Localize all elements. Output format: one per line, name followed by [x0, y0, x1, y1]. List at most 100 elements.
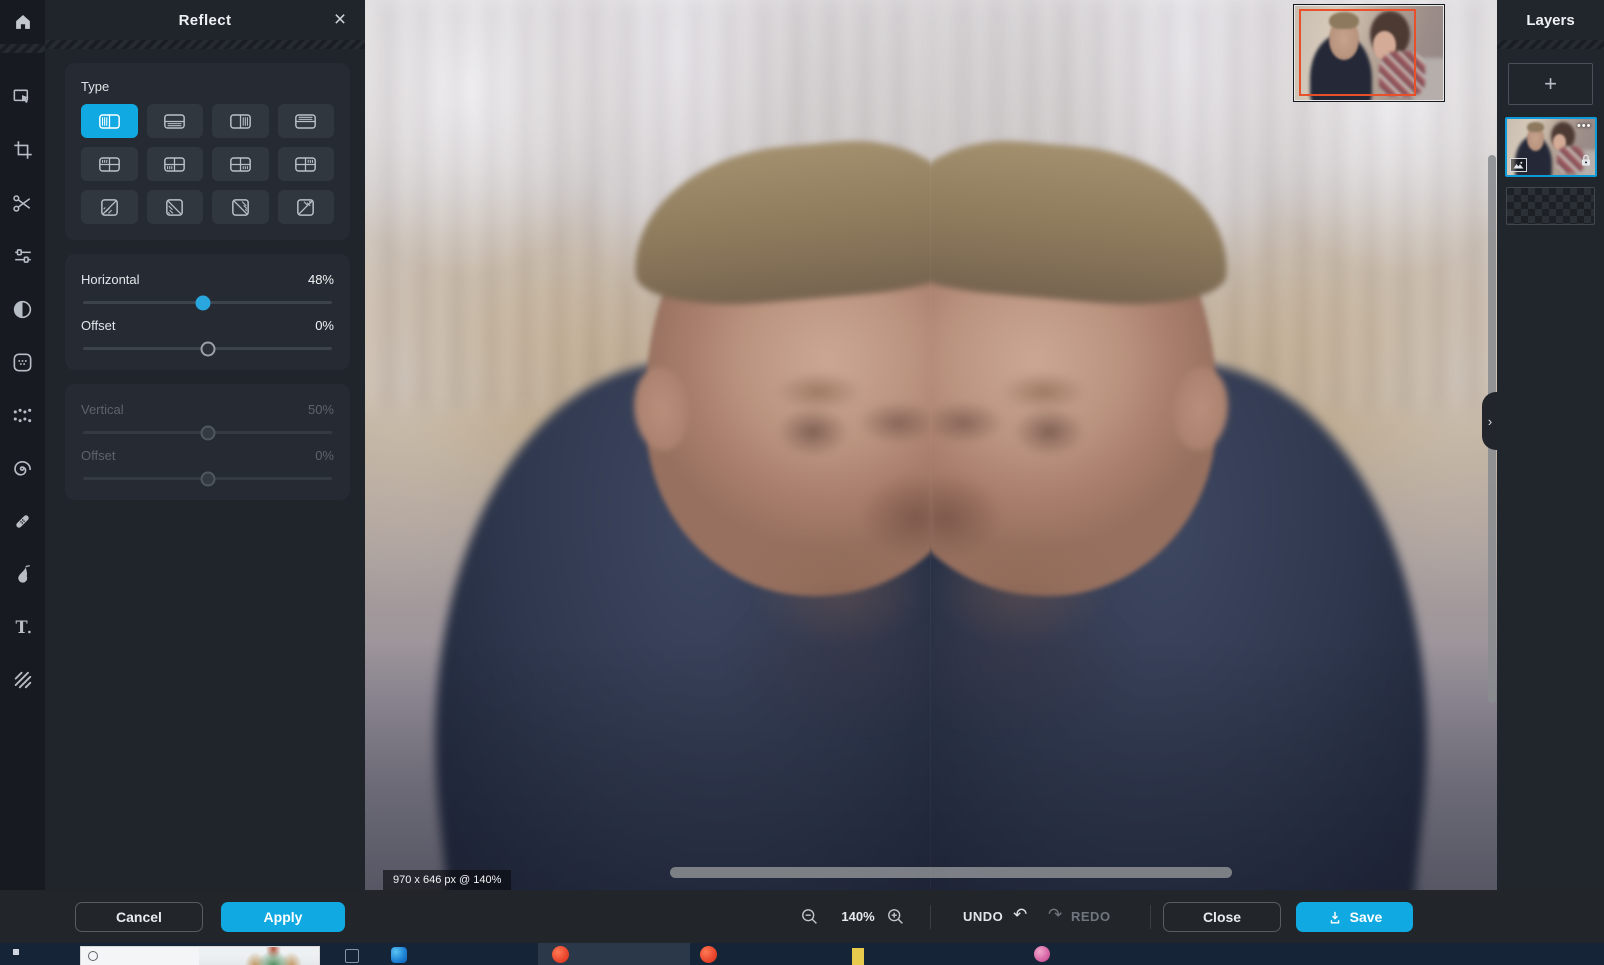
slider-label: Offset: [81, 318, 115, 333]
type-mirror-vertical-right[interactable]: [212, 104, 269, 138]
rail-divider: [0, 44, 45, 53]
adjust-sliders-icon[interactable]: [0, 234, 45, 278]
save-label: Save: [1350, 909, 1383, 925]
undo-button[interactable]: UNDO: [963, 909, 1003, 924]
home-icon[interactable]: [0, 0, 45, 44]
reflect-panel: Reflect × Type: [45, 0, 365, 890]
type-card: Type: [65, 63, 350, 240]
type-mirror-diagonal-up[interactable]: [81, 190, 138, 224]
app-pink-icon[interactable]: [1034, 946, 1050, 962]
photo-right-half-mirrored: [930, 0, 1497, 890]
redo-button[interactable]: REDO: [1071, 909, 1111, 924]
draw-brush-icon[interactable]: [0, 552, 45, 596]
horizontal-slider-thumb[interactable]: [195, 295, 210, 310]
navigator-view-rect[interactable]: [1299, 9, 1416, 96]
add-layer-button[interactable]: +: [1508, 63, 1593, 105]
horizontal-scrollbar[interactable]: [670, 867, 1232, 878]
layers-panel: › Layers + •••: [1497, 0, 1604, 890]
apply-button[interactable]: Apply: [221, 902, 345, 932]
type-mirror-vertical-left[interactable]: [81, 104, 138, 138]
cancel-button[interactable]: Cancel: [75, 902, 203, 932]
close-icon[interactable]: ×: [327, 7, 353, 33]
taskbar-search-box[interactable]: [80, 946, 320, 965]
type-mirror-quad-top-left[interactable]: [81, 147, 138, 181]
retouch-bandaid-icon[interactable]: [0, 499, 45, 543]
effect-dots-icon[interactable]: [0, 340, 45, 384]
type-mirror-horizontal-top[interactable]: [278, 104, 335, 138]
slider-row-offset-vertical: Offset 0%: [81, 448, 334, 480]
crop-icon[interactable]: [0, 128, 45, 172]
lock-icon[interactable]: [1580, 154, 1592, 172]
layer-type-image-icon: [1510, 158, 1527, 172]
type-mirror-quad-top-right[interactable]: [278, 147, 335, 181]
navigator-thumbnail[interactable]: [1294, 5, 1444, 101]
zoom-value[interactable]: 140%: [832, 909, 884, 924]
layer-menu-icon[interactable]: •••: [1577, 120, 1592, 132]
app-yellow-icon[interactable]: [852, 948, 864, 965]
redo-arrow-icon[interactable]: ↷: [1048, 905, 1062, 925]
layer-item-image[interactable]: •••: [1505, 117, 1597, 177]
type-grid: [81, 104, 334, 224]
photo-left-half: [365, 0, 932, 890]
bottom-bar: Cancel Apply 140% UNDO ↶ ↷ REDO Close Sa…: [0, 890, 1604, 943]
zoom-out-icon[interactable]: [800, 907, 819, 931]
windows-taskbar: [0, 943, 1604, 965]
download-tray-icon: [1327, 909, 1343, 925]
slider-row-horizontal: Horizontal 48%: [81, 272, 334, 304]
svg-text:T: T: [15, 617, 27, 636]
chevron-right-icon: ›: [1488, 414, 1492, 429]
slider-label: Vertical: [81, 402, 124, 417]
type-mirror-horizontal-bottom[interactable]: [147, 104, 204, 138]
windows-start-icon[interactable]: [13, 949, 26, 962]
separator: [1150, 905, 1151, 929]
liquify-beads-icon[interactable]: [0, 393, 45, 437]
canvas-status-text: 970 x 646 px @ 140%: [383, 870, 511, 890]
slider-value: 50%: [308, 402, 334, 417]
zoom-in-icon[interactable]: [886, 907, 905, 931]
panel-collapse-tab[interactable]: ›: [1482, 392, 1498, 450]
offset-slider-thumb[interactable]: [200, 341, 215, 356]
slider-row-vertical: Vertical 50%: [81, 402, 334, 434]
fill-pattern-icon[interactable]: [0, 658, 45, 702]
plus-icon: +: [1544, 71, 1557, 97]
type-mirror-quad-bottom-right[interactable]: [212, 147, 269, 181]
slider-value: 0%: [315, 318, 334, 333]
panel-title: Reflect: [179, 12, 232, 29]
slider-row-offset: Offset 0%: [81, 318, 334, 350]
vertical-slider-track: [83, 431, 332, 434]
edge-icon[interactable]: [391, 947, 407, 963]
slider-label: Horizontal: [81, 272, 140, 287]
app-red-icon[interactable]: [700, 946, 717, 963]
save-button[interactable]: Save: [1296, 902, 1413, 932]
separator: [930, 905, 931, 929]
layer-item-transparent[interactable]: [1506, 187, 1595, 225]
slider-value: 48%: [308, 272, 334, 287]
vertical-slider-thumb: [200, 425, 215, 440]
app-red-icon[interactable]: [552, 946, 569, 963]
close-button[interactable]: Close: [1163, 902, 1281, 932]
photo-bottom-fade: [365, 0, 932, 890]
type-mirror-diagonal-down[interactable]: [147, 190, 204, 224]
search-decoration: [199, 947, 319, 965]
cutout-scissors-icon[interactable]: [0, 181, 45, 225]
text-tool-icon[interactable]: T: [0, 605, 45, 649]
search-icon: [88, 951, 98, 961]
layers-title: Layers: [1497, 0, 1604, 40]
canvas-image[interactable]: 970 x 646 px @ 140%: [365, 0, 1497, 890]
horizontal-slider-track[interactable]: [83, 301, 332, 304]
swirl-icon[interactable]: [0, 446, 45, 490]
offset-slider-track[interactable]: [83, 347, 332, 350]
type-mirror-quad-bottom-left[interactable]: [147, 147, 204, 181]
type-mirror-diagonal-up-filled[interactable]: [278, 190, 335, 224]
slider-value: 0%: [315, 448, 334, 463]
arrange-icon[interactable]: [0, 75, 45, 119]
layers-divider: [1497, 40, 1604, 49]
type-mirror-diagonal-down-filled[interactable]: [212, 190, 269, 224]
horizontal-slider-group: Horizontal 48% Offset 0%: [65, 254, 350, 370]
task-view-icon[interactable]: [345, 949, 359, 963]
filter-contrast-icon[interactable]: [0, 287, 45, 331]
photo-bottom-fade: [930, 0, 1497, 890]
undo-arrow-icon[interactable]: ↶: [1013, 905, 1027, 925]
type-label: Type: [81, 79, 334, 94]
photo-editor-app: T Reflect × Type: [0, 0, 1604, 965]
